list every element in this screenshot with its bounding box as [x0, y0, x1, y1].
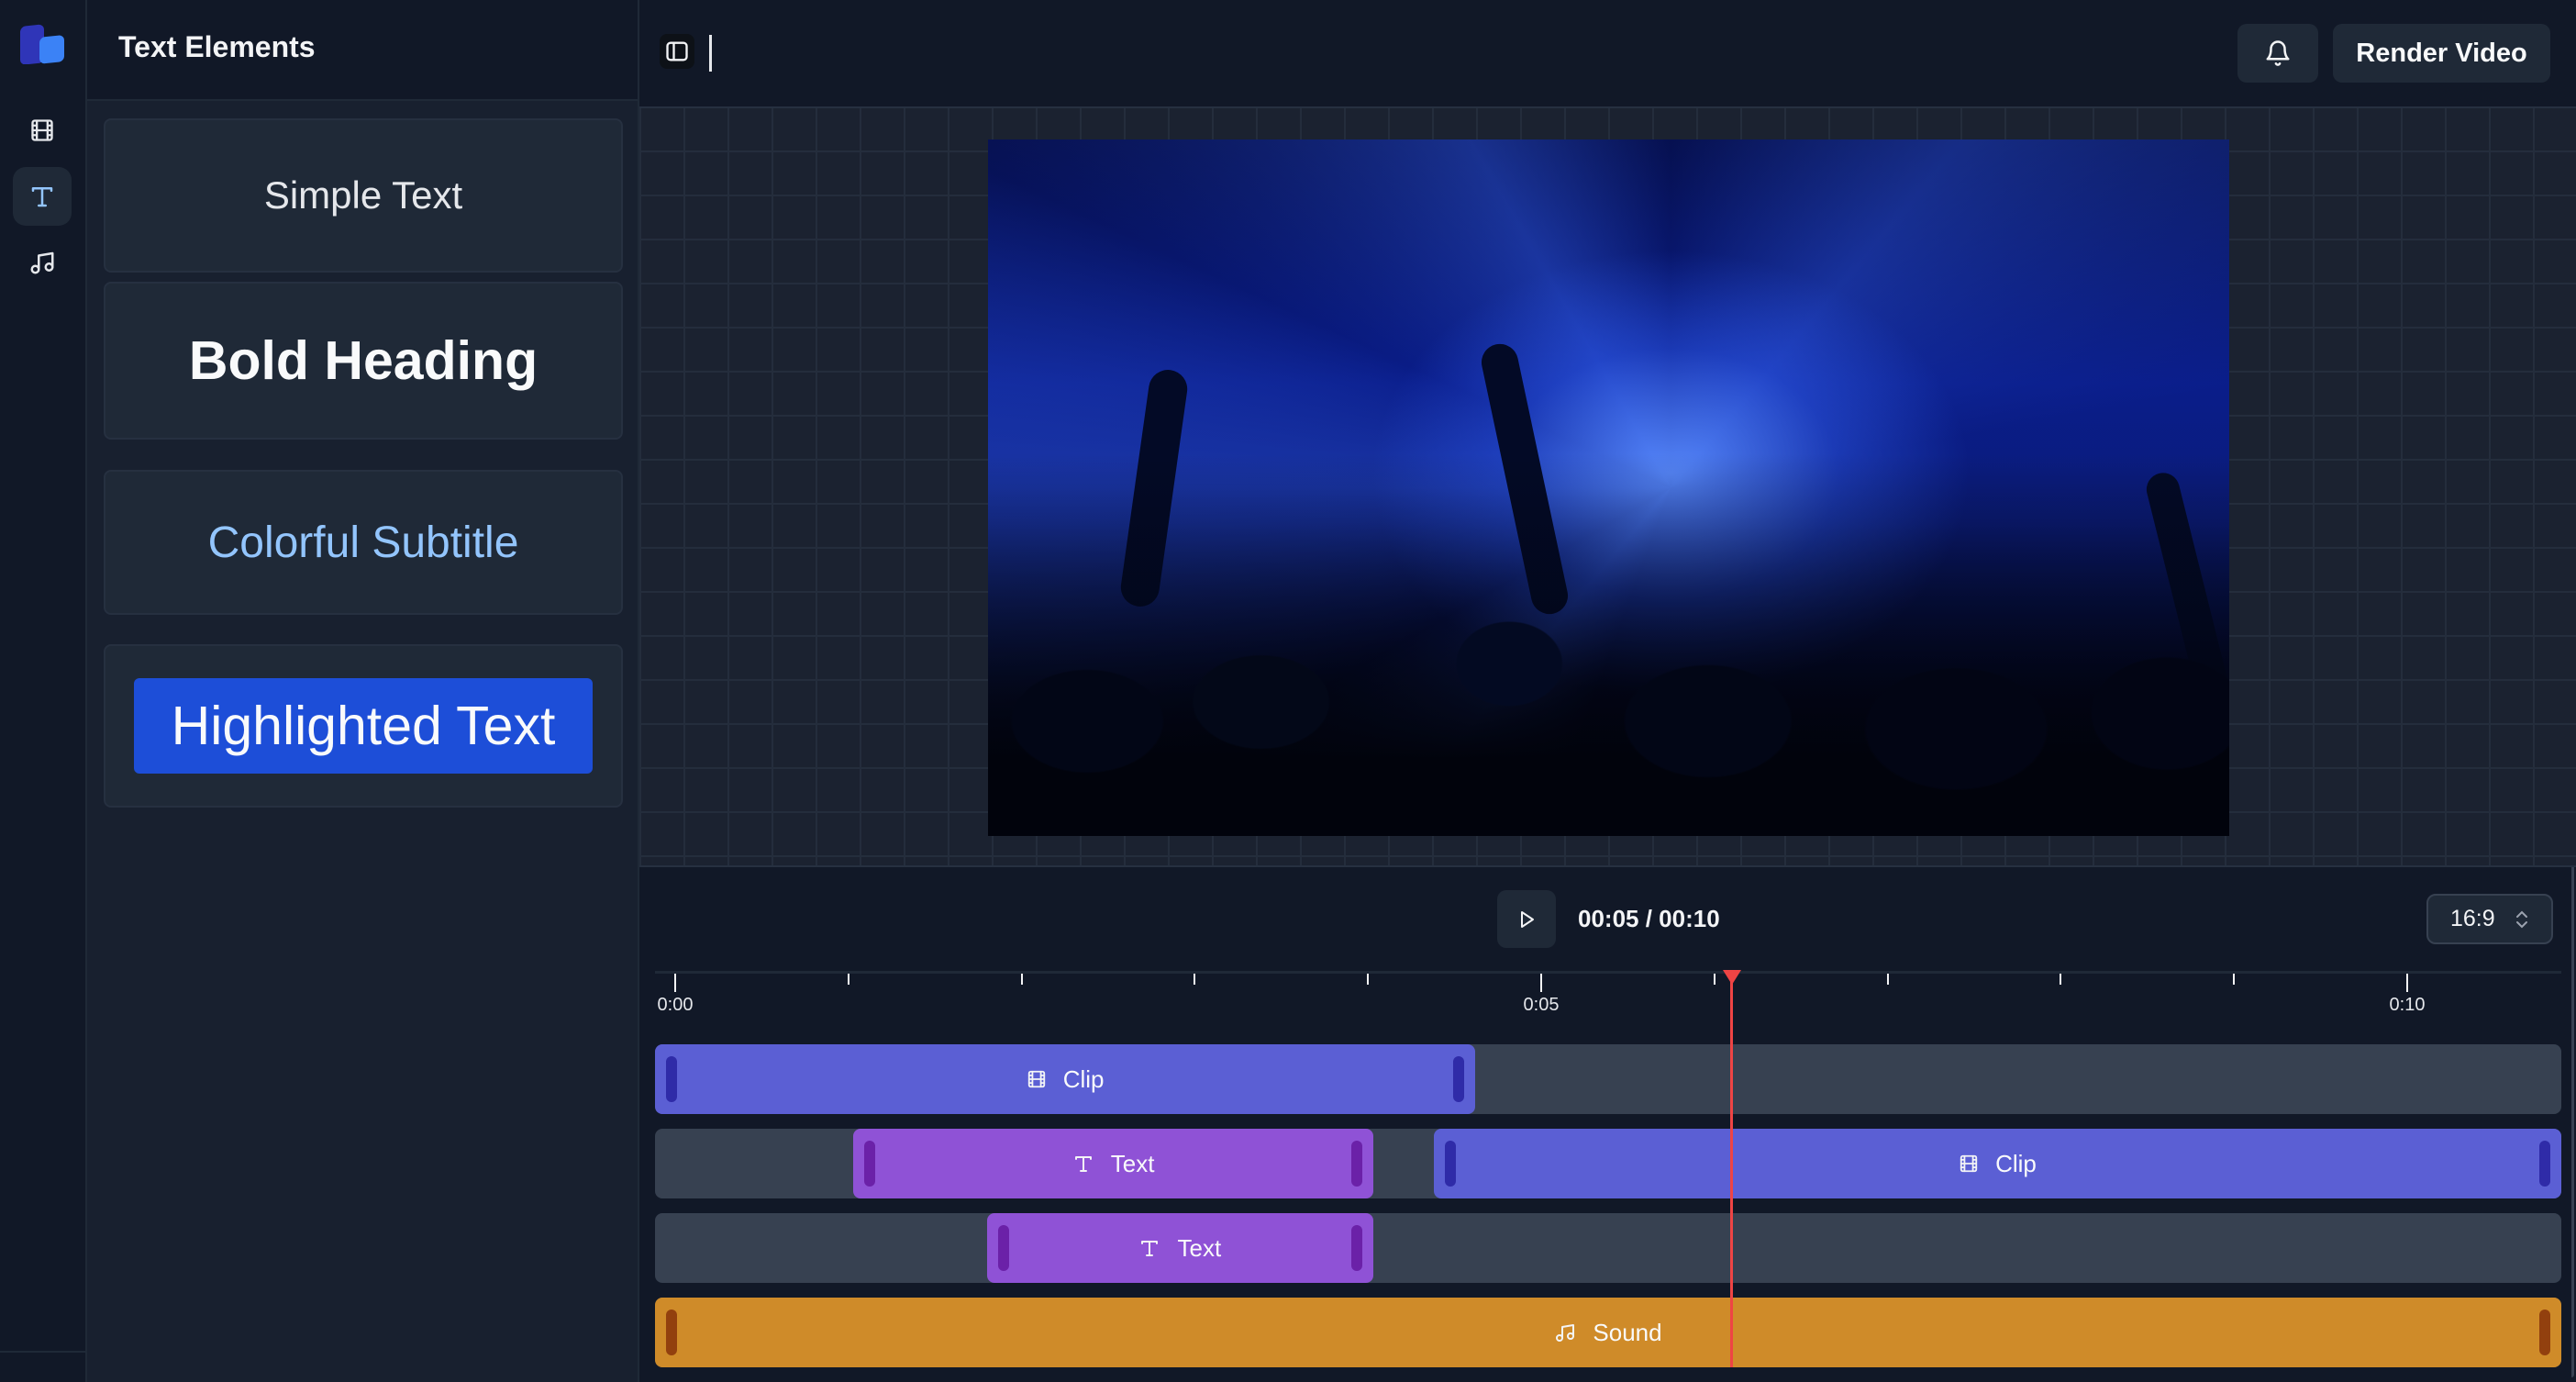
- trim-handle-left[interactable]: [1444, 1141, 1456, 1187]
- editor-main: Render Video 00:05 / 00:10 16:9 0:00 0:05…: [639, 0, 2576, 1382]
- ruler-minor-tick: [1367, 974, 1370, 985]
- app-logo: [20, 22, 66, 65]
- rail-text-button[interactable]: [13, 167, 72, 226]
- segment-label: Sound: [1593, 1318, 1662, 1346]
- type-icon: [1072, 1153, 1094, 1175]
- ruler-tick-label: 0:05: [1523, 995, 1560, 1015]
- preset-bold-heading[interactable]: Bold Heading: [104, 282, 623, 440]
- trim-handle-left[interactable]: [666, 1056, 677, 1102]
- text-segment[interactable]: Text: [986, 1213, 1373, 1283]
- toggle-sidebar-button[interactable]: [660, 34, 694, 69]
- chevron-up-down-icon: [2515, 910, 2527, 928]
- segment-label: Clip: [1995, 1149, 2037, 1177]
- preset-highlighted-text[interactable]: Highlighted Text: [104, 644, 623, 808]
- music-icon: [1554, 1321, 1576, 1343]
- ruler-minor-tick: [2233, 974, 2236, 985]
- ruler-minor-tick: [2060, 974, 2062, 985]
- ruler-minor-tick: [847, 974, 849, 985]
- preset-label: Simple Text: [263, 173, 463, 217]
- preset-simple-text[interactable]: Simple Text: [104, 118, 623, 273]
- bell-icon: [2266, 40, 2290, 66]
- type-icon: [31, 187, 53, 207]
- rail-audio-button[interactable]: [13, 233, 72, 292]
- panel-title: Text Elements: [118, 30, 316, 63]
- trim-handle-right[interactable]: [1453, 1056, 1465, 1102]
- film-icon: [1959, 1154, 1979, 1174]
- timeline-track[interactable]: Clip: [655, 1044, 2561, 1114]
- timeline: 00:05 / 00:10 16:9 0:00 0:05 0:10 Clip Text…: [639, 867, 2576, 1382]
- render-video-button[interactable]: Render Video: [2333, 24, 2550, 83]
- ruler-major-tick: [1540, 974, 1542, 992]
- time-readout: 00:05 / 00:10: [1578, 905, 1720, 932]
- rail-divider: [0, 1351, 87, 1353]
- notifications-button[interactable]: [2237, 24, 2318, 83]
- film-icon: [1027, 1069, 1047, 1089]
- film-icon: [31, 119, 53, 141]
- playhead[interactable]: [1730, 971, 1734, 1367]
- play-icon: [1521, 910, 1534, 928]
- preset-label: Highlighted Text: [134, 678, 593, 774]
- timeline-track[interactable]: Sound: [655, 1298, 2561, 1367]
- timeline-ruler[interactable]: [655, 971, 2561, 974]
- trim-handle-right[interactable]: [1350, 1141, 1362, 1187]
- ruler-tick-label: 0:10: [2389, 995, 2426, 1015]
- clip-segment[interactable]: Clip: [655, 1044, 1476, 1114]
- playhead-handle[interactable]: [1722, 970, 1741, 985]
- rail-media-button[interactable]: [13, 101, 72, 160]
- trim-handle-right[interactable]: [2539, 1310, 2550, 1355]
- trim-handle-right[interactable]: [1350, 1225, 1362, 1271]
- sound-segment[interactable]: Sound: [655, 1298, 2561, 1367]
- frame-edge: [2571, 867, 2574, 1377]
- trim-handle-left[interactable]: [666, 1310, 677, 1355]
- trim-handle-left[interactable]: [997, 1225, 1009, 1271]
- ruler-minor-tick: [1194, 974, 1196, 985]
- type-icon: [1138, 1237, 1160, 1259]
- header-separator: [709, 35, 712, 72]
- ruler-minor-tick: [1020, 974, 1023, 985]
- segment-label: Text: [1177, 1233, 1222, 1262]
- trim-handle-left[interactable]: [864, 1141, 876, 1187]
- panel-header: Text Elements: [87, 0, 638, 101]
- preview-stage: [639, 108, 2576, 867]
- aspect-ratio-select[interactable]: 16:9: [2426, 894, 2553, 944]
- music-icon: [30, 251, 54, 274]
- preset-label: Colorful Subtitle: [207, 518, 519, 567]
- preset-colorful-subtitle[interactable]: Colorful Subtitle: [104, 470, 623, 615]
- top-bar: Render Video: [639, 0, 2576, 108]
- sidebar-toggle-icon: [666, 41, 688, 61]
- segment-label: Clip: [1062, 1064, 1105, 1093]
- ruler-minor-tick: [1886, 974, 1889, 985]
- timeline-track[interactable]: Text Clip: [655, 1129, 2561, 1198]
- aspect-ratio-value: 16:9: [2450, 906, 2495, 931]
- ruler-minor-tick: [1713, 974, 1715, 985]
- ruler-major-tick: [674, 974, 676, 992]
- text-segment[interactable]: Text: [853, 1129, 1373, 1198]
- clip-segment[interactable]: Clip: [1433, 1129, 2561, 1198]
- segment-label: Text: [1110, 1149, 1155, 1177]
- crowd-silhouettes: [988, 452, 2229, 836]
- ruler-major-tick: [2406, 974, 2408, 992]
- trim-handle-right[interactable]: [2538, 1141, 2550, 1187]
- text-elements-panel: Text Elements Simple Text Bold Heading C…: [87, 0, 639, 1382]
- video-preview[interactable]: [988, 139, 2229, 836]
- timeline-track[interactable]: Text: [655, 1213, 2561, 1283]
- play-button[interactable]: [1497, 890, 1556, 948]
- preset-label: Bold Heading: [188, 330, 539, 391]
- ruler-tick-label: 0:00: [657, 995, 694, 1015]
- icon-rail: [0, 0, 87, 1382]
